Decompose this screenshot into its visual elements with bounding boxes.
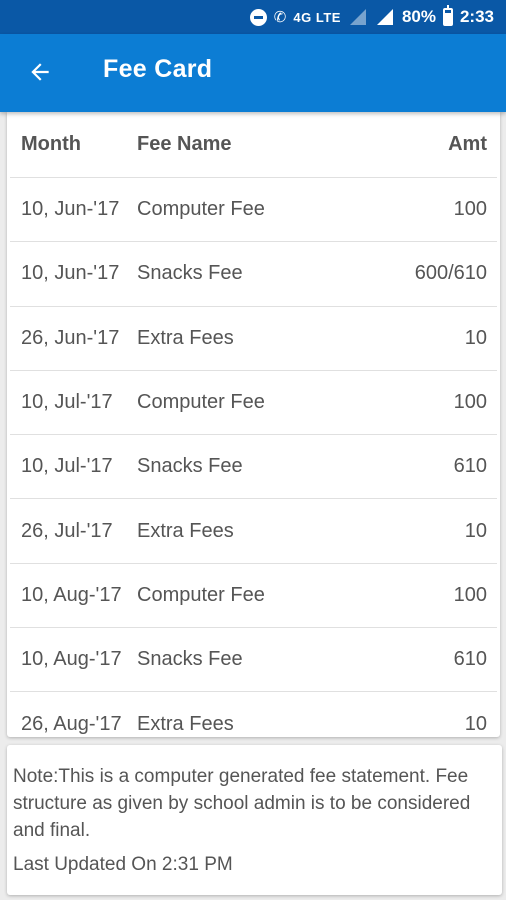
cell-amount: 100 xyxy=(453,198,487,221)
column-header-fee-name: Fee Name xyxy=(137,133,232,155)
cell-fee-name: Snacks Fee xyxy=(137,455,243,478)
cell-month: 26, Jul-'17 xyxy=(21,519,113,542)
cell-month: 10, Aug-'17 xyxy=(21,583,122,606)
app-bar: Fee Card xyxy=(0,34,506,112)
arrow-back-icon xyxy=(31,63,49,81)
column-header-month: Month xyxy=(21,133,81,155)
table-row[interactable]: 10, Jul-'17 Snacks Fee 610 xyxy=(10,435,497,500)
table-body: 10, Jun-'17 Computer Fee 100 10, Jun-'17 Sna… xyxy=(7,178,500,737)
cell-amount: 10 xyxy=(464,326,487,349)
cell-month: 26, Jun-'17 xyxy=(21,326,120,349)
battery-percent: 80% xyxy=(401,7,436,26)
cell-month: 10, Aug-'17 xyxy=(21,648,122,671)
cell-month: 10, Jun-'17 xyxy=(21,198,120,221)
cell-amount: 100 xyxy=(453,391,487,414)
cell-fee-name: Extra Fees xyxy=(137,519,234,542)
signal-sim2-icon xyxy=(376,9,393,25)
column-header-amount: Amt xyxy=(448,133,487,155)
table-row[interactable]: 26, Jun-'17 Extra Fees 10 xyxy=(10,307,497,371)
cell-month: 10, Jul-'17 xyxy=(21,455,113,478)
table-row[interactable]: 26, Jul-'17 Extra Fees 10 xyxy=(10,499,497,564)
status-icons: ✆ 4G LTE 80% 2:33 xyxy=(249,0,494,34)
signal-sim1-icon xyxy=(349,9,366,25)
status-bar: ✆ 4G LTE 80% 2:33 xyxy=(0,0,506,34)
cell-fee-name: Extra Fees xyxy=(137,326,234,349)
cell-fee-name: Computer Fee xyxy=(137,391,265,414)
cell-month: 26, Aug-'17 xyxy=(21,712,122,735)
table-header: Month Fee Name Amt xyxy=(10,112,497,178)
wifi-calling-icon: ✆ xyxy=(273,9,287,26)
table-row[interactable]: 10, Aug-'17 Computer Fee 100 xyxy=(10,564,497,629)
table-row[interactable]: 10, Aug-'17 Snacks Fee 610 xyxy=(10,628,497,693)
clock: 2:33 xyxy=(459,7,494,26)
cell-amount: 100 xyxy=(453,583,487,606)
cell-fee-name: Extra Fees xyxy=(137,712,234,735)
cell-amount: 610 xyxy=(453,648,487,671)
table-row[interactable]: 10, Jun-'17 Computer Fee 100 xyxy=(10,178,497,243)
do-not-disturb-icon xyxy=(249,8,267,26)
fee-table: Month Fee Name Amt 10, Jun-'17 Computer F… xyxy=(7,112,500,737)
back-button[interactable] xyxy=(22,54,58,90)
cell-fee-name: Snacks Fee xyxy=(137,648,243,671)
note-text: Note:This is a computer generated fee st… xyxy=(13,766,471,841)
cell-amount: 610 xyxy=(453,455,487,478)
cell-fee-name: Computer Fee xyxy=(137,583,265,606)
table-row[interactable]: 10, Jul-'17 Computer Fee 100 xyxy=(10,371,497,436)
cell-amount: 10 xyxy=(464,519,487,542)
network-type-label: 4G LTE xyxy=(293,9,341,25)
table-row[interactable]: 10, Jun-'17 Snacks Fee 600/610 xyxy=(10,242,497,307)
cell-month: 10, Jul-'17 xyxy=(21,391,113,414)
table-row[interactable]: 26, Aug-'17 Extra Fees 10 xyxy=(10,692,497,737)
cell-fee-name: Computer Fee xyxy=(137,198,265,221)
cell-amount: 600/610 xyxy=(414,262,487,285)
note-card: Note:This is a computer generated fee st… xyxy=(7,745,502,895)
cell-month: 10, Jun-'17 xyxy=(21,262,120,285)
cell-amount: 10 xyxy=(464,712,487,735)
last-updated: Last Updated On 2:31 PM xyxy=(13,854,233,875)
cell-fee-name: Snacks Fee xyxy=(137,262,243,285)
page-title: Fee Card xyxy=(103,55,213,83)
battery-icon xyxy=(442,5,453,26)
